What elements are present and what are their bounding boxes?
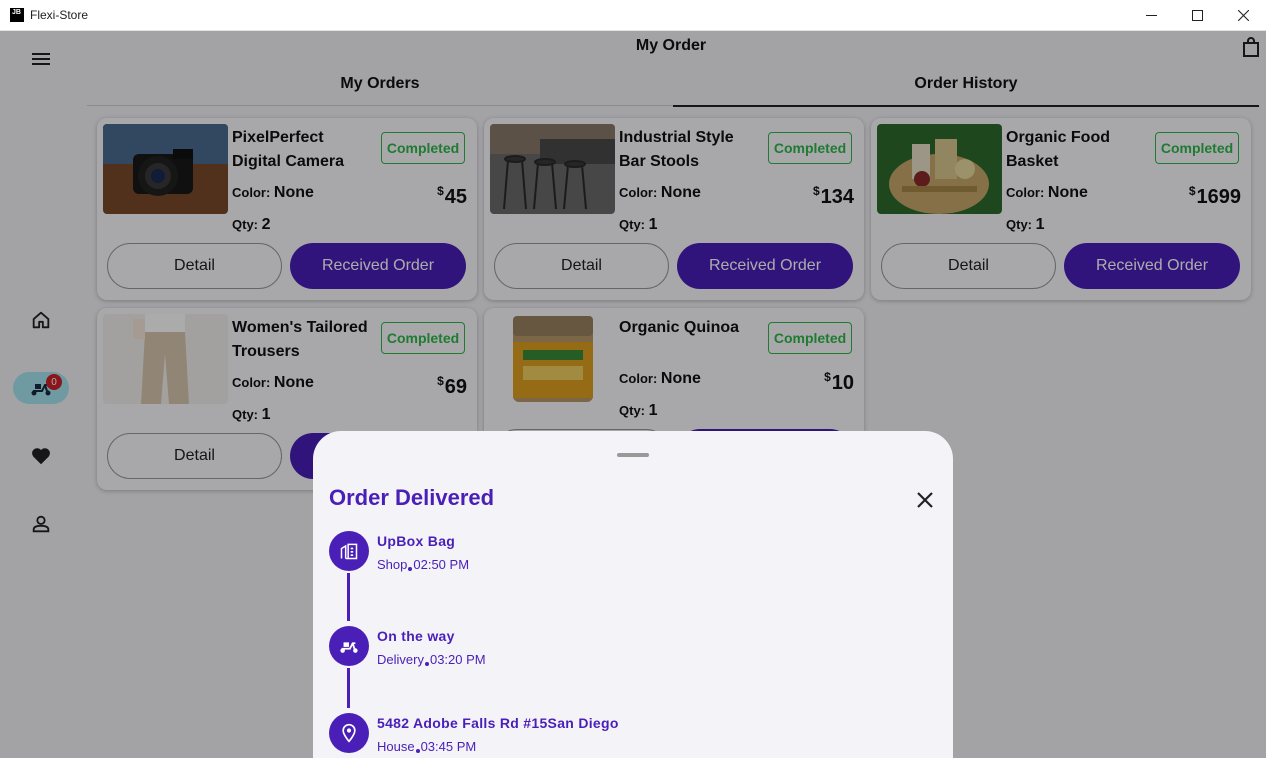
drag-handle[interactable]	[617, 453, 649, 457]
app-logo-icon: JB	[10, 8, 24, 22]
window-controls	[1128, 0, 1266, 31]
close-icon[interactable]	[913, 488, 937, 512]
scooter-icon	[340, 642, 358, 653]
step-subtitle: House 03:45 PM	[377, 739, 477, 754]
maximize-button[interactable]	[1174, 0, 1220, 31]
step-title: 5482 Adobe Falls Rd #15San Diego	[377, 715, 619, 731]
location-pin-icon	[342, 723, 356, 743]
minimize-button[interactable]	[1128, 0, 1174, 31]
window-title: Flexi-Store	[30, 8, 89, 22]
step-title: On the way	[377, 628, 455, 644]
step-icon-store	[329, 531, 369, 571]
step-icon-location	[329, 713, 369, 753]
timeline-connector	[347, 573, 350, 621]
close-window-button[interactable]	[1220, 0, 1266, 31]
sheet-title: Order Delivered	[329, 485, 495, 510]
close-icon	[1237, 10, 1249, 21]
timeline-connector	[347, 668, 350, 708]
minimize-icon	[1145, 15, 1157, 16]
step-subtitle: Delivery 03:20 PM	[377, 652, 486, 667]
order-status-sheet: Order Delivered UpBox Bag Shop 02:50 PM O…	[313, 431, 953, 758]
step-title: UpBox Bag	[377, 533, 456, 549]
step-subtitle: Shop 02:50 PM	[377, 557, 470, 572]
step-icon-delivery	[329, 626, 369, 666]
maximize-icon	[1191, 10, 1203, 21]
window-titlebar: JB Flexi-Store	[0, 0, 1266, 31]
store-icon	[340, 543, 358, 560]
